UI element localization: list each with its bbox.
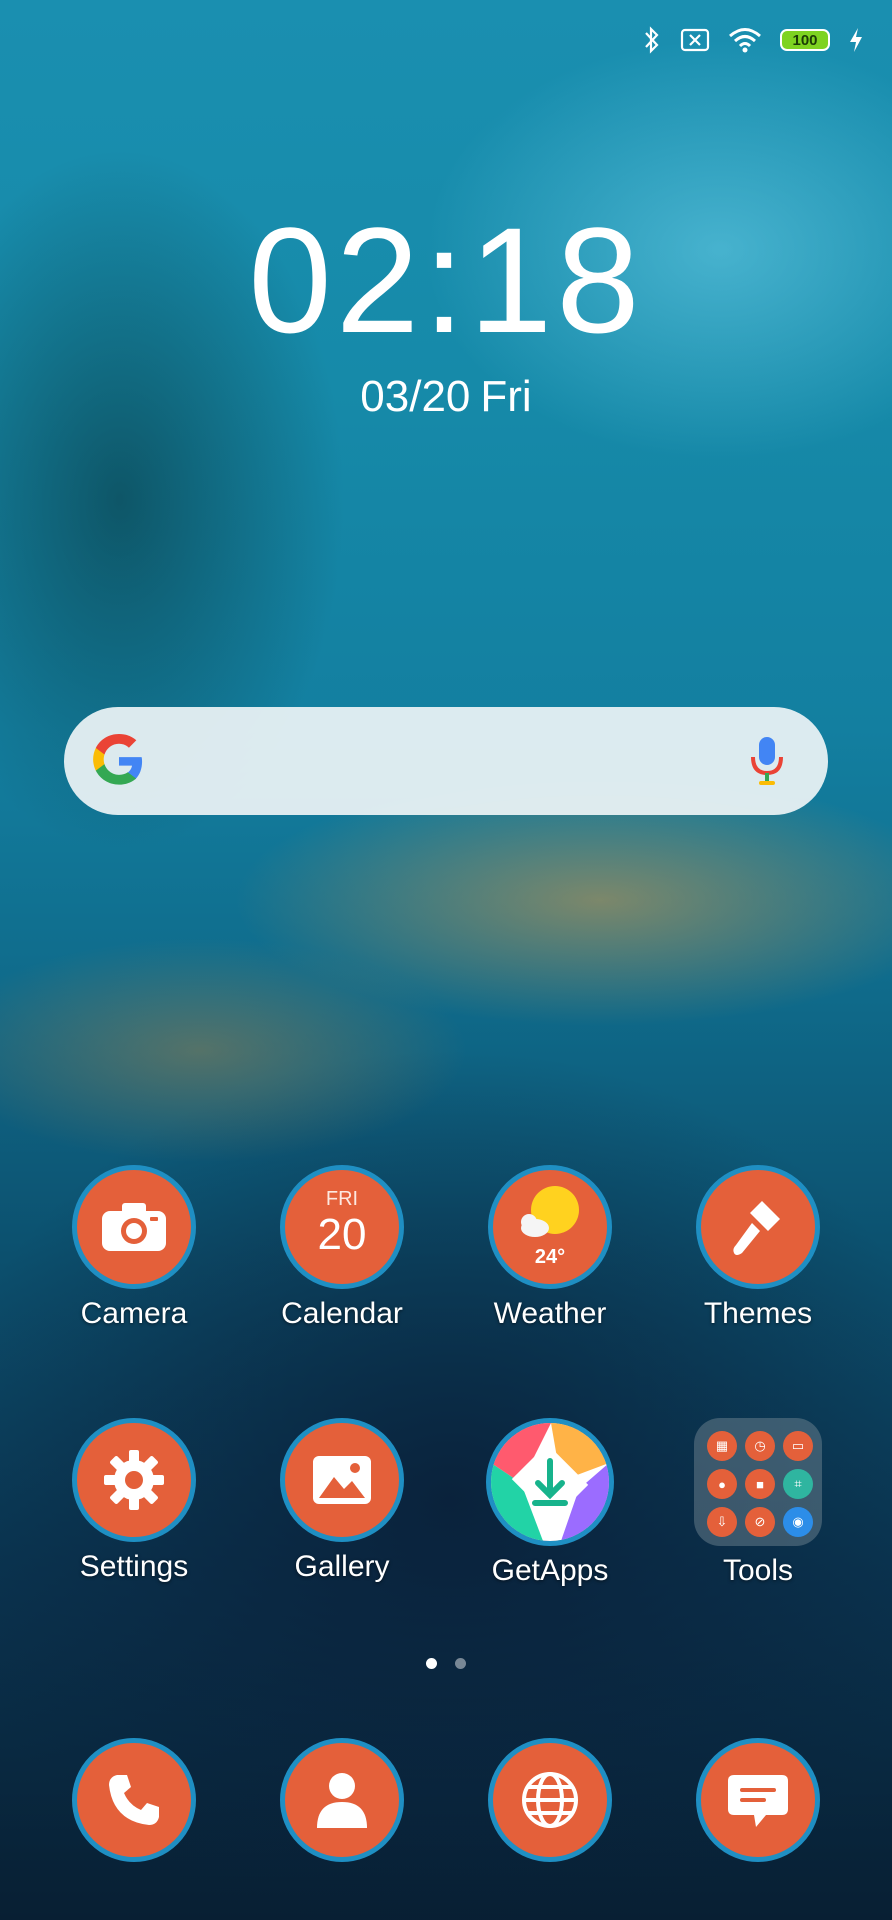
camera-small-icon: ■ [745, 1469, 775, 1499]
app-weather[interactable]: 24° Weather [460, 1165, 640, 1331]
app-label: Camera [80, 1297, 188, 1330]
radio-icon: ▭ [783, 1431, 813, 1461]
message-icon[interactable] [696, 1738, 820, 1862]
folder-icon: ▦ ◷ ▭ ● ■ ⌗ ⇩ ⊘ ◉ [694, 1418, 822, 1546]
charging-icon [850, 28, 862, 52]
compass-icon: ⊘ [745, 1507, 775, 1537]
getapps-icon [486, 1418, 614, 1546]
microphone-icon[interactable] [750, 735, 784, 787]
no-sim-icon [680, 28, 710, 52]
app-gallery[interactable]: Gallery [252, 1418, 432, 1584]
page-indicator [0, 1658, 892, 1669]
app-label: Settings [79, 1550, 189, 1583]
clock-icon: ◷ [745, 1431, 775, 1461]
google-logo-icon [93, 734, 143, 785]
wifi-icon [729, 28, 761, 53]
app-themes[interactable]: Themes [668, 1165, 848, 1331]
weather-temp: 24° [534, 1246, 566, 1268]
recorder-icon: ● [707, 1469, 737, 1499]
weekday-text: Fri [480, 372, 532, 421]
app-label: Tools [722, 1554, 794, 1587]
app-getapps[interactable]: GetApps [460, 1418, 640, 1588]
status-bar: 100 [642, 22, 864, 58]
calendar-day: FRI [325, 1188, 359, 1210]
calculator-icon: ▦ [707, 1431, 737, 1461]
battery-level: 100 [792, 31, 818, 49]
globe-icon[interactable] [488, 1738, 612, 1862]
phone-icon[interactable] [72, 1738, 196, 1862]
page-dot-active [426, 1658, 437, 1669]
image-icon [280, 1418, 404, 1542]
app-label: Gallery [294, 1550, 390, 1583]
calendar-date: 20 [317, 1210, 367, 1259]
weather-icon: 24° [488, 1165, 612, 1289]
security-icon: ◉ [783, 1507, 813, 1537]
gear-icon [72, 1418, 196, 1542]
scanner-icon: ⌗ [783, 1469, 813, 1499]
download-icon: ⇩ [707, 1507, 737, 1537]
google-search-bar[interactable] [64, 707, 828, 815]
app-label: GetApps [491, 1554, 609, 1587]
date-text: 03/20 [360, 372, 471, 421]
app-label: Themes [703, 1297, 813, 1330]
lock-date: 03/20 Fri [0, 372, 892, 422]
bluetooth-icon [645, 26, 659, 54]
battery-icon: 100 [780, 29, 830, 51]
app-camera[interactable]: Camera [44, 1165, 224, 1331]
paintbrush-icon [696, 1165, 820, 1289]
app-label: Weather [493, 1297, 607, 1330]
camera-icon [72, 1165, 196, 1289]
lock-clock: 02:18 [248, 196, 644, 364]
calendar-icon: FRI 20 [280, 1165, 404, 1289]
contacts-icon[interactable] [280, 1738, 404, 1862]
app-label: Calendar [281, 1297, 403, 1330]
app-settings[interactable]: Settings [44, 1418, 224, 1584]
app-calendar[interactable]: FRI 20 Calendar [252, 1165, 432, 1331]
app-tools-folder[interactable]: ▦ ◷ ▭ ● ■ ⌗ ⇩ ⊘ ◉ Tools [668, 1418, 848, 1588]
page-dot [455, 1658, 466, 1669]
